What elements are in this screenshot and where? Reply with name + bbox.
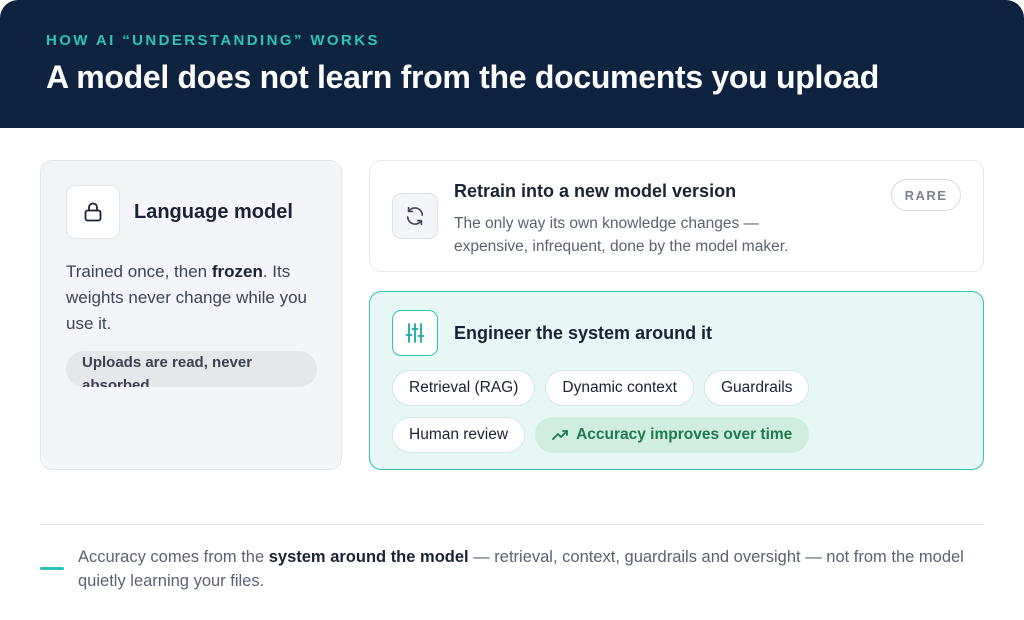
chip-retrieval: Retrieval (RAG) [392,370,536,406]
refresh-icon [392,193,438,239]
engineer-chips: Retrieval (RAG) Dynamic context Guardrai… [392,370,862,453]
engineer-title: Engineer the system around it [454,322,713,343]
retrain-title: Retrain into a new model version [454,181,737,201]
trend-up-icon [552,428,568,442]
language-model-panel: Language model Trained once, then frozen… [40,160,342,470]
engineer-header: Engineer the system around it [392,310,961,356]
page-title: A model does not learn from the document… [46,59,880,95]
header: HOW AI “UNDERSTANDING” WORKS A model doe… [0,0,1024,128]
uploads-pill: Uploads are read, never absorbed [66,351,317,387]
language-model-header: Language model [66,185,316,239]
footer-note: Accuracy comes from the system around th… [78,545,978,593]
retrain-panel: Retrain into a new model version The onl… [369,160,984,272]
language-model-description: Trained once, then frozen. Its weights n… [66,259,316,337]
divider [40,524,984,525]
lock-icon [66,185,120,239]
chip-guardrails: Guardrails [703,370,810,406]
lm-body-pre: Trained once, then [66,262,212,281]
language-model-title: Language model [134,200,293,223]
chip-dynamic-context: Dynamic context [545,370,694,406]
engineer-panel: Engineer the system around it Retrieval … [369,291,984,470]
rare-badge: RARE [891,179,961,211]
chip-human-review: Human review [392,417,526,453]
footer-bold: system around the model [268,548,469,566]
eyebrow: HOW AI “UNDERSTANDING” WORKS [46,32,380,49]
lm-body-bold: frozen [211,262,263,281]
retrain-text: Retrain into a new model version The onl… [454,181,834,255]
chip-accuracy: Accuracy improves over time [535,417,810,453]
card: HOW AI “UNDERSTANDING” WORKS A model doe… [0,0,1024,620]
retrain-description: The only way its own knowledge changes —… [454,215,789,255]
sliders-icon [392,310,438,356]
chip-accuracy-label: Accuracy improves over time [576,426,793,443]
footer-accent-dash [40,567,64,570]
footer-pre: Accuracy comes from the [78,548,269,566]
